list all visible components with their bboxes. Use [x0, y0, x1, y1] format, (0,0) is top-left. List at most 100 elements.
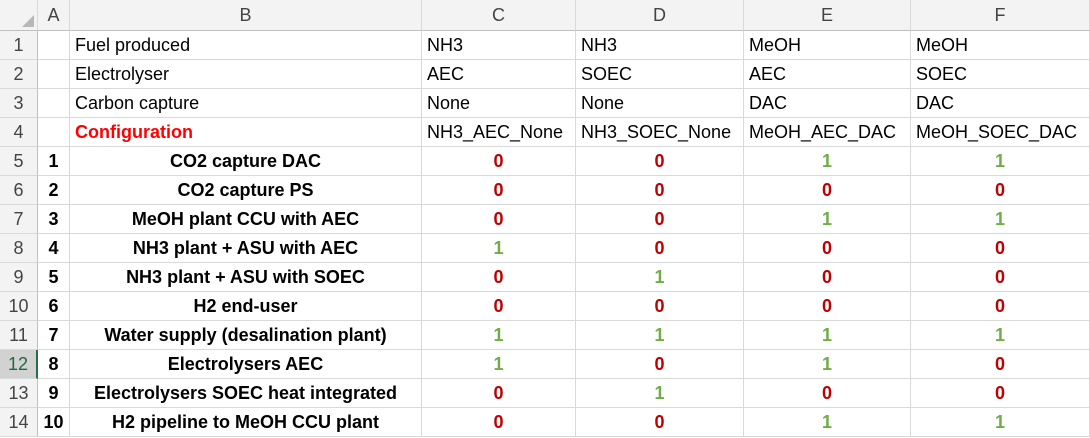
- row-header[interactable]: 11: [0, 321, 38, 350]
- item-number-cell[interactable]: 7: [38, 321, 70, 350]
- value-cell[interactable]: MeOH: [744, 31, 911, 60]
- row-header[interactable]: 6: [0, 176, 38, 205]
- row-label-cell[interactable]: Fuel produced: [70, 31, 422, 60]
- row-header[interactable]: 8: [0, 234, 38, 263]
- cell-a[interactable]: [38, 60, 70, 89]
- binary-value-cell[interactable]: 0: [911, 379, 1090, 408]
- binary-value-cell[interactable]: 0: [911, 292, 1090, 321]
- binary-value-cell[interactable]: 0: [576, 147, 744, 176]
- select-all-corner[interactable]: [0, 0, 38, 31]
- binary-value-cell[interactable]: 1: [744, 350, 911, 379]
- item-number-cell[interactable]: 4: [38, 234, 70, 263]
- row-header[interactable]: 7: [0, 205, 38, 234]
- column-header-b[interactable]: B: [70, 0, 422, 31]
- value-cell[interactable]: MeOH: [911, 31, 1090, 60]
- binary-value-cell[interactable]: 1: [744, 205, 911, 234]
- component-label-cell[interactable]: CO2 capture PS: [70, 176, 422, 205]
- column-header-e[interactable]: E: [744, 0, 911, 31]
- component-label-cell[interactable]: CO2 capture DAC: [70, 147, 422, 176]
- value-cell[interactable]: None: [422, 89, 576, 118]
- binary-value-cell[interactable]: 0: [576, 408, 744, 437]
- value-cell[interactable]: NH3_SOEC_None: [576, 118, 744, 147]
- binary-value-cell[interactable]: 0: [744, 234, 911, 263]
- binary-value-cell[interactable]: 0: [576, 234, 744, 263]
- binary-value-cell[interactable]: 1: [744, 147, 911, 176]
- row-label-cell[interactable]: Electrolyser: [70, 60, 422, 89]
- value-cell[interactable]: MeOH_SOEC_DAC: [911, 118, 1090, 147]
- component-label-cell[interactable]: NH3 plant + ASU with SOEC: [70, 263, 422, 292]
- binary-value-cell[interactable]: 0: [422, 379, 576, 408]
- value-cell[interactable]: AEC: [422, 60, 576, 89]
- binary-value-cell[interactable]: 1: [422, 321, 576, 350]
- item-number-cell[interactable]: 9: [38, 379, 70, 408]
- row-header[interactable]: 3: [0, 89, 38, 118]
- item-number-cell[interactable]: 10: [38, 408, 70, 437]
- column-header-a[interactable]: A: [38, 0, 70, 31]
- value-cell[interactable]: NH3: [422, 31, 576, 60]
- item-number-cell[interactable]: 6: [38, 292, 70, 321]
- binary-value-cell[interactable]: 0: [576, 176, 744, 205]
- value-cell[interactable]: DAC: [911, 89, 1090, 118]
- component-label-cell[interactable]: Electrolysers AEC: [70, 350, 422, 379]
- column-header-d[interactable]: D: [576, 0, 744, 31]
- component-label-cell[interactable]: Water supply (desalination plant): [70, 321, 422, 350]
- component-label-cell[interactable]: H2 end-user: [70, 292, 422, 321]
- binary-value-cell[interactable]: 1: [576, 321, 744, 350]
- binary-value-cell[interactable]: 0: [744, 176, 911, 205]
- cell-a[interactable]: [38, 89, 70, 118]
- item-number-cell[interactable]: 2: [38, 176, 70, 205]
- row-header[interactable]: 14: [0, 408, 38, 437]
- value-cell[interactable]: AEC: [744, 60, 911, 89]
- binary-value-cell[interactable]: 0: [422, 292, 576, 321]
- row-label-cell[interactable]: Carbon capture: [70, 89, 422, 118]
- row-header[interactable]: 9: [0, 263, 38, 292]
- row-header[interactable]: 2: [0, 60, 38, 89]
- binary-value-cell[interactable]: 1: [911, 321, 1090, 350]
- value-cell[interactable]: DAC: [744, 89, 911, 118]
- binary-value-cell[interactable]: 0: [576, 292, 744, 321]
- binary-value-cell[interactable]: 1: [744, 408, 911, 437]
- binary-value-cell[interactable]: 0: [576, 205, 744, 234]
- binary-value-cell[interactable]: 0: [422, 147, 576, 176]
- binary-value-cell[interactable]: 1: [576, 379, 744, 408]
- binary-value-cell[interactable]: 1: [422, 350, 576, 379]
- binary-value-cell[interactable]: 0: [911, 234, 1090, 263]
- binary-value-cell[interactable]: 0: [744, 263, 911, 292]
- column-header-c[interactable]: C: [422, 0, 576, 31]
- binary-value-cell[interactable]: 0: [576, 350, 744, 379]
- value-cell[interactable]: NH3: [576, 31, 744, 60]
- cell-a[interactable]: [38, 118, 70, 147]
- binary-value-cell[interactable]: 0: [744, 379, 911, 408]
- row-header[interactable]: 5: [0, 147, 38, 176]
- component-label-cell[interactable]: MeOH plant CCU with AEC: [70, 205, 422, 234]
- item-number-cell[interactable]: 1: [38, 147, 70, 176]
- binary-value-cell[interactable]: 1: [911, 147, 1090, 176]
- item-number-cell[interactable]: 8: [38, 350, 70, 379]
- item-number-cell[interactable]: 5: [38, 263, 70, 292]
- row-header[interactable]: 12: [0, 350, 38, 379]
- binary-value-cell[interactable]: 0: [911, 350, 1090, 379]
- binary-value-cell[interactable]: 0: [422, 176, 576, 205]
- binary-value-cell[interactable]: 1: [422, 234, 576, 263]
- component-label-cell[interactable]: NH3 plant + ASU with AEC: [70, 234, 422, 263]
- column-header-f[interactable]: F: [911, 0, 1090, 31]
- cell-a[interactable]: [38, 31, 70, 60]
- component-label-cell[interactable]: Electrolysers SOEC heat integrated: [70, 379, 422, 408]
- binary-value-cell[interactable]: 0: [422, 263, 576, 292]
- binary-value-cell[interactable]: 0: [911, 263, 1090, 292]
- binary-value-cell[interactable]: 0: [744, 292, 911, 321]
- value-cell[interactable]: SOEC: [911, 60, 1090, 89]
- value-cell[interactable]: MeOH_AEC_DAC: [744, 118, 911, 147]
- binary-value-cell[interactable]: 0: [911, 176, 1090, 205]
- binary-value-cell[interactable]: 1: [911, 205, 1090, 234]
- item-number-cell[interactable]: 3: [38, 205, 70, 234]
- binary-value-cell[interactable]: 0: [422, 408, 576, 437]
- row-header[interactable]: 1: [0, 31, 38, 60]
- component-label-cell[interactable]: H2 pipeline to MeOH CCU plant: [70, 408, 422, 437]
- binary-value-cell[interactable]: 1: [744, 321, 911, 350]
- row-header[interactable]: 4: [0, 118, 38, 147]
- configuration-label-cell[interactable]: Configuration: [70, 118, 422, 147]
- row-header[interactable]: 10: [0, 292, 38, 321]
- row-header[interactable]: 13: [0, 379, 38, 408]
- binary-value-cell[interactable]: 1: [576, 263, 744, 292]
